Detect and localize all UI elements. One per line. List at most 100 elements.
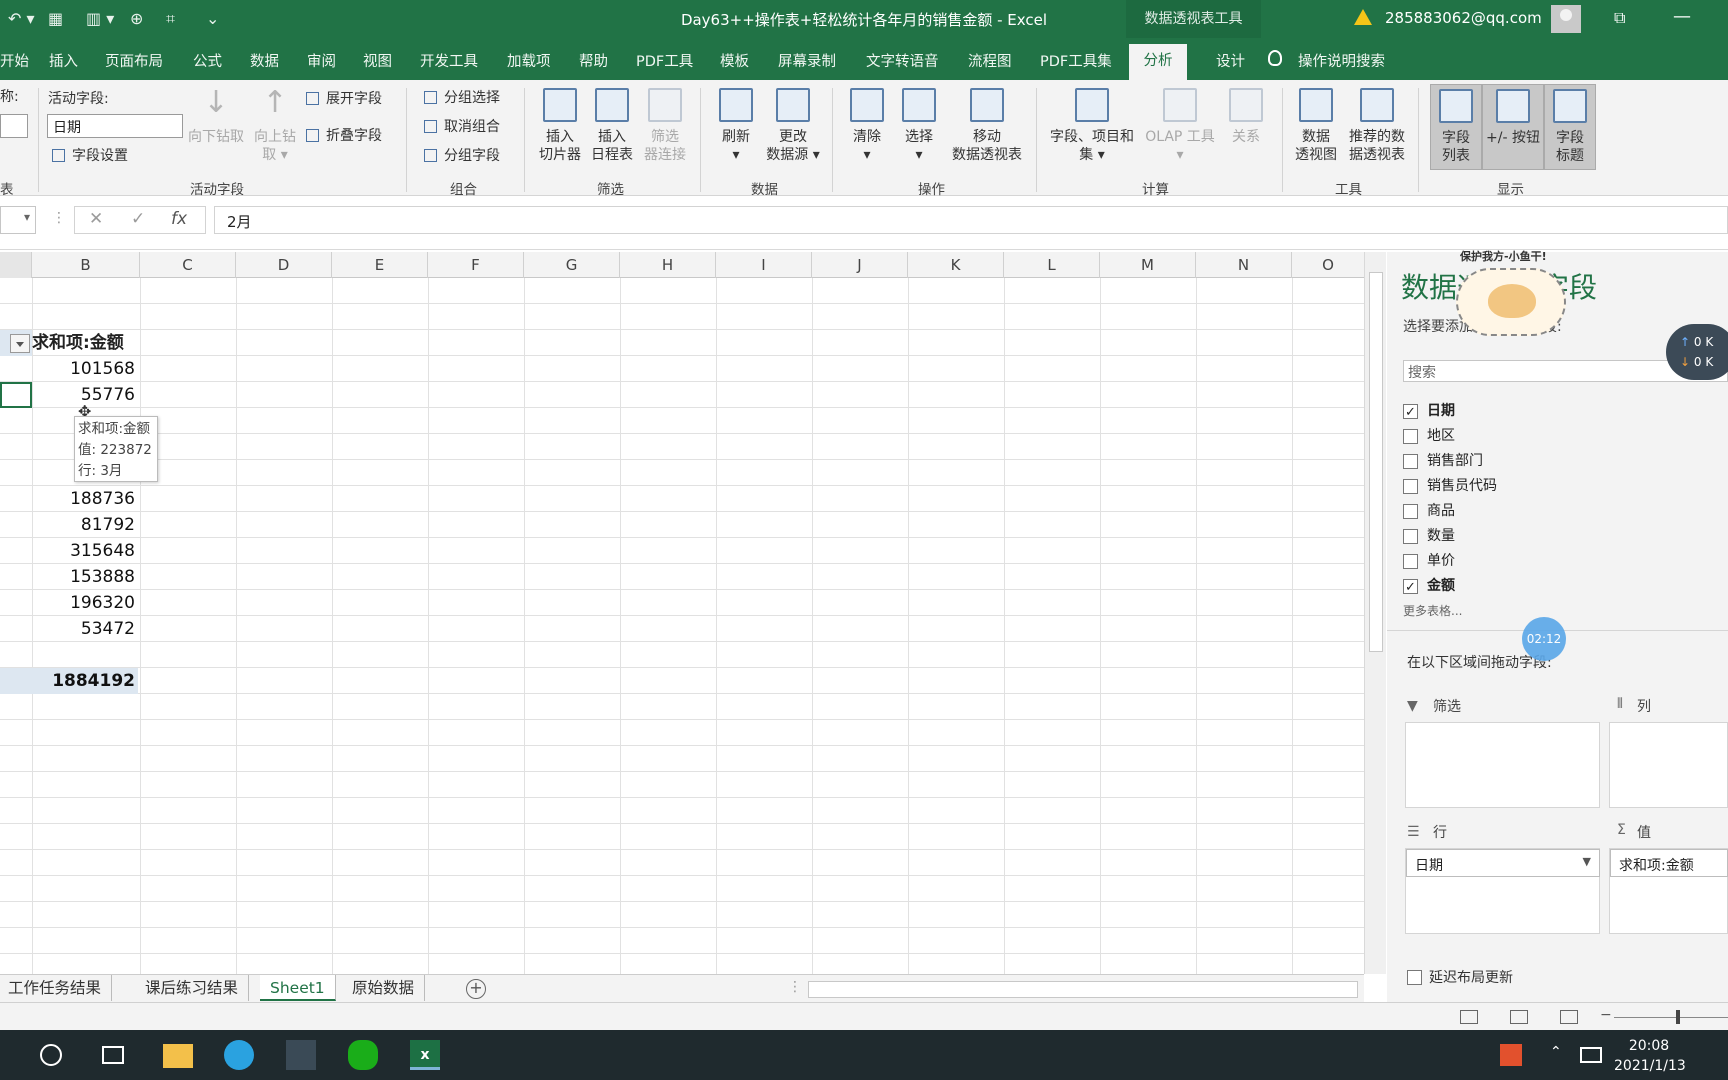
page-break-view-icon[interactable] — [1560, 1010, 1578, 1024]
tab-splitter-icon[interactable]: ⋮ — [788, 979, 802, 995]
checkbox[interactable] — [1403, 479, 1418, 494]
tab-home[interactable]: 开始 — [0, 50, 29, 71]
field-item-amount[interactable]: 金额 — [1403, 575, 1728, 600]
namebox-dropdown-icon[interactable]: ▾ — [24, 210, 30, 224]
tab-pdf-toolset[interactable]: PDF工具集 — [1040, 50, 1112, 71]
select-button[interactable]: 选择 ▾ — [896, 88, 942, 164]
insert-slicer-button[interactable]: 插入 切片器 — [536, 88, 584, 164]
olap-tools-button[interactable]: OLAP 工具 ▾ — [1142, 88, 1218, 164]
tab-view[interactable]: 视图 — [363, 50, 392, 71]
pivot-value-cell[interactable]: 101568 — [0, 356, 138, 382]
sheet-tab-work-results[interactable]: 工作任务结果 — [0, 975, 113, 1001]
field-item-salesrep[interactable]: 销售员代码 — [1403, 475, 1728, 500]
recommended-pivot-button[interactable]: 推荐的数 据透视表 — [1344, 88, 1410, 164]
collapse-field-button[interactable]: 折叠字段 — [306, 127, 382, 145]
zoom-slider-knob[interactable] — [1676, 1010, 1680, 1024]
warning-icon[interactable] — [1354, 9, 1372, 25]
taskbar-clock[interactable]: 20:08 2021/1/13 — [1614, 1036, 1686, 1076]
task-view-icon[interactable] — [102, 1046, 124, 1064]
sheet-tab-practice-results[interactable]: 课后练习结果 — [135, 975, 250, 1001]
field-item-unitprice[interactable]: 单价 — [1403, 550, 1728, 575]
edge-icon[interactable] — [224, 1040, 254, 1070]
cancel-icon[interactable]: ✕ — [89, 209, 103, 229]
tab-developer[interactable]: 开发工具 — [420, 50, 478, 71]
checkbox[interactable] — [1403, 554, 1418, 569]
page-layout-view-icon[interactable] — [1510, 1010, 1528, 1024]
column-header[interactable]: K — [908, 252, 1004, 278]
tab-text-to-speech[interactable]: 文字转语音 — [866, 50, 939, 71]
chip-dropdown-icon[interactable]: ▼ — [1583, 855, 1591, 868]
checkbox[interactable] — [1403, 504, 1418, 519]
tab-data[interactable]: 数据 — [250, 50, 279, 71]
ribbon-display-icon[interactable]: ⧉ — [1614, 8, 1625, 28]
more-tables-link[interactable]: 更多表格... — [1403, 600, 1728, 618]
column-header[interactable]: N — [1196, 252, 1292, 278]
fx-icon[interactable]: fx — [171, 209, 187, 229]
field-item-date[interactable]: 日期 — [1403, 400, 1728, 425]
name-box[interactable] — [0, 206, 36, 234]
column-header[interactable]: B — [32, 252, 140, 278]
enter-icon[interactable]: ✓ — [131, 209, 145, 229]
column-header-a[interactable] — [0, 252, 32, 278]
vertical-scrollbar[interactable] — [1364, 252, 1386, 974]
clear-button[interactable]: 清除 ▾ — [844, 88, 890, 164]
selected-cell[interactable] — [0, 382, 32, 408]
tab-page-layout[interactable]: 页面布局 — [105, 50, 163, 71]
tab-screen-record[interactable]: 屏幕录制 — [778, 50, 836, 71]
formula-input[interactable]: 2月 — [214, 206, 1728, 234]
network-tray-icon[interactable] — [1580, 1047, 1602, 1063]
pivot-value-cell[interactable]: 196320 — [0, 590, 138, 616]
column-header[interactable]: L — [1004, 252, 1100, 278]
tell-me-search[interactable]: 操作说明搜索 — [1298, 50, 1385, 71]
drill-down-button[interactable]: ↓ 向下钻取 — [186, 88, 246, 146]
column-header[interactable]: D — [236, 252, 332, 278]
refresh-button[interactable]: 刷新 ▾ — [712, 88, 760, 164]
field-item-region[interactable]: 地区 — [1403, 425, 1728, 450]
drill-up-button[interactable]: ↑ 向上钻取 ▾ — [250, 88, 300, 164]
active-field-input[interactable]: 日期 — [47, 114, 183, 138]
horizontal-scrollbar[interactable] — [808, 981, 1358, 998]
checkbox[interactable] — [1403, 529, 1418, 544]
pivot-value-cell[interactable]: 315648 — [0, 538, 138, 564]
field-settings-button[interactable]: 字段设置 — [52, 147, 128, 165]
sheet-tab-raw-data[interactable]: 原始数据 — [342, 975, 426, 1001]
wps-tray-icon[interactable] — [1500, 1044, 1522, 1066]
file-explorer-icon[interactable] — [163, 1044, 193, 1068]
plus-minus-buttons-toggle[interactable]: +/- 按钮 — [1482, 84, 1544, 170]
columns-area[interactable] — [1609, 722, 1728, 808]
group-field-button[interactable]: 分组字段 — [424, 147, 500, 165]
column-header[interactable]: I — [716, 252, 812, 278]
pivot-value-header[interactable]: 求和项:金额 — [32, 330, 138, 356]
account-name[interactable]: 285883062@qq.com — [1385, 9, 1542, 27]
tab-templates[interactable]: 模板 — [720, 50, 749, 71]
field-item-quantity[interactable]: 数量 — [1403, 525, 1728, 550]
column-header[interactable]: M — [1100, 252, 1196, 278]
qq-icon[interactable] — [286, 1040, 316, 1070]
tab-pdf-tools[interactable]: PDF工具 — [636, 50, 693, 71]
cortana-icon[interactable] — [40, 1044, 62, 1066]
tab-help[interactable]: 帮助 — [579, 50, 608, 71]
tab-insert[interactable]: 插入 — [49, 50, 78, 71]
rows-field-chip[interactable]: 日期 ▼ — [1406, 849, 1600, 877]
group-selection-button[interactable]: 分组选择 — [424, 89, 500, 107]
avatar[interactable] — [1551, 5, 1581, 33]
change-data-source-button[interactable]: 更改 数据源 ▾ — [762, 88, 824, 164]
pivot-value-cell[interactable]: 188736 — [0, 486, 138, 512]
minimize-icon[interactable]: — — [1673, 6, 1691, 27]
tab-analyze[interactable]: 分析 — [1129, 44, 1187, 80]
checkbox[interactable] — [1403, 577, 1418, 599]
worksheet-grid[interactable]: 求和项:金额 101568 55776 63936 188736 81792 3… — [0, 278, 1364, 974]
zoom-out-icon[interactable]: − — [1600, 1007, 1612, 1023]
grand-total-value[interactable]: 1884192 — [0, 668, 138, 694]
vertical-scroll-thumb[interactable] — [1369, 272, 1383, 652]
tab-design[interactable]: 设计 — [1216, 50, 1245, 71]
sheet-tab-sheet1[interactable]: Sheet1 — [260, 975, 336, 1001]
wechat-icon[interactable] — [348, 1040, 378, 1070]
expand-field-button[interactable]: 展开字段 — [306, 90, 382, 108]
field-item-dept[interactable]: 销售部门 — [1403, 450, 1728, 475]
relationships-button[interactable]: 关系 — [1222, 88, 1270, 146]
column-header[interactable]: H — [620, 252, 716, 278]
pivot-chart-button[interactable]: 数据 透视图 — [1292, 88, 1340, 164]
field-list-toggle[interactable]: 字段 列表 — [1430, 84, 1482, 170]
column-header[interactable]: J — [812, 252, 908, 278]
